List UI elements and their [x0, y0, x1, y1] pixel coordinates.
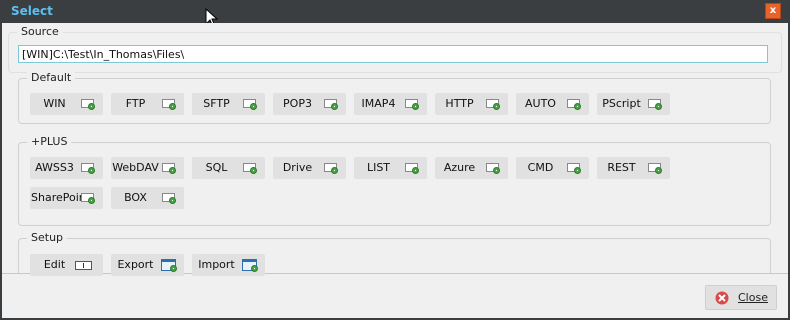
default-button-imap4[interactable]: IMAP4	[354, 93, 427, 115]
connection-add-icon	[243, 163, 257, 174]
default-button-label: AUTO	[525, 97, 556, 110]
default-button-label: FTP	[125, 97, 146, 110]
plus-button-list[interactable]: LIST	[354, 157, 427, 179]
plus-button-label: Azure	[443, 161, 476, 174]
connection-add-icon	[567, 99, 581, 110]
window-close-button[interactable]: x	[765, 3, 781, 19]
connection-add-icon	[486, 163, 500, 174]
connection-add-icon	[243, 99, 257, 110]
default-button-label: HTTP	[445, 97, 474, 110]
connection-add-icon	[81, 193, 95, 204]
select-dialog: Select x Source [WIN]C:\Test\In_Thomas\F…	[0, 0, 790, 320]
plus-button-cmd[interactable]: CMD	[516, 157, 589, 179]
plus-button-label: AWSS3	[35, 161, 74, 174]
plus-group: +PLUS	[18, 135, 771, 226]
setup-button-edit[interactable]: Edit	[30, 254, 103, 276]
default-button-sftp[interactable]: SFTP	[192, 93, 265, 115]
default-button-ftp[interactable]: FTP	[111, 93, 184, 115]
close-icon	[715, 291, 729, 305]
setup-button-import[interactable]: Import	[192, 254, 265, 276]
dialog-body: Source [WIN]C:\Test\In_Thomas\Files\ Def…	[2, 23, 788, 318]
default-button-auto[interactable]: AUTO	[516, 93, 589, 115]
connection-add-icon	[162, 193, 176, 204]
default-button-label: SFTP	[203, 97, 230, 110]
connection-add-icon	[405, 163, 419, 174]
plus-button-label: Drive	[282, 161, 313, 174]
default-button-pscript[interactable]: PScript	[597, 93, 670, 115]
connection-add-icon	[81, 163, 95, 174]
plus-button-label: CMD	[527, 161, 554, 174]
connection-add-icon	[648, 163, 662, 174]
footer-area	[2, 273, 788, 318]
plus-button-label: REST	[607, 161, 636, 174]
connection-add-icon	[81, 99, 95, 110]
default-button-pop3[interactable]: POP3	[273, 93, 346, 115]
plus-button-label: WebDAV	[112, 161, 159, 174]
plus-button-label: SharePoint	[31, 191, 91, 204]
default-button-http[interactable]: HTTP	[435, 93, 508, 115]
plus-button-sharepoint[interactable]: SharePoint	[30, 187, 103, 209]
close-button-label: Close	[738, 291, 768, 304]
plus-button-label: SQL	[205, 161, 228, 174]
close-button[interactable]: Close	[705, 285, 777, 310]
default-button-label: IMAP4	[361, 97, 396, 110]
plus-legend: +PLUS	[27, 135, 72, 148]
plus-button-drive[interactable]: Drive	[273, 157, 346, 179]
connection-add-icon	[162, 99, 176, 110]
setup-legend: Setup	[27, 231, 68, 244]
plus-button-awss3[interactable]: AWSS3	[30, 157, 103, 179]
plus-button-webdav[interactable]: WebDAV	[111, 157, 184, 179]
default-legend: Default	[27, 71, 76, 84]
connection-add-icon	[405, 99, 419, 110]
connection-add-icon	[567, 163, 581, 174]
connection-add-icon	[324, 99, 338, 110]
connection-add-icon	[486, 99, 500, 110]
default-button-label: PScript	[602, 97, 641, 110]
connection-add-icon	[648, 99, 662, 110]
default-button-win[interactable]: WIN	[30, 93, 103, 115]
plus-button-label: BOX	[124, 191, 147, 204]
plus-button-azure[interactable]: Azure	[435, 157, 508, 179]
setup-button-label: Import	[198, 258, 235, 271]
source-path-input[interactable]: [WIN]C:\Test\In_Thomas\Files\	[18, 45, 768, 63]
window-add-icon	[161, 259, 177, 272]
source-legend: Source	[17, 25, 63, 38]
connection-add-icon	[324, 163, 338, 174]
window-add-icon	[242, 259, 258, 272]
plus-button-label: LIST	[366, 161, 391, 174]
setup-button-export[interactable]: Export	[111, 254, 184, 276]
plus-button-sql[interactable]: SQL	[192, 157, 265, 179]
plus-button-box[interactable]: BOX	[111, 187, 184, 209]
setup-button-label: Export	[117, 258, 154, 271]
setup-button-label: Edit	[43, 258, 66, 271]
connection-add-icon	[162, 163, 176, 174]
window-title: Select	[11, 4, 53, 18]
title-bar[interactable]: Select x	[0, 0, 790, 23]
edit-field-icon	[75, 261, 92, 270]
plus-button-rest[interactable]: REST	[597, 157, 670, 179]
default-button-label: WIN	[43, 97, 66, 110]
default-button-label: POP3	[283, 97, 312, 110]
